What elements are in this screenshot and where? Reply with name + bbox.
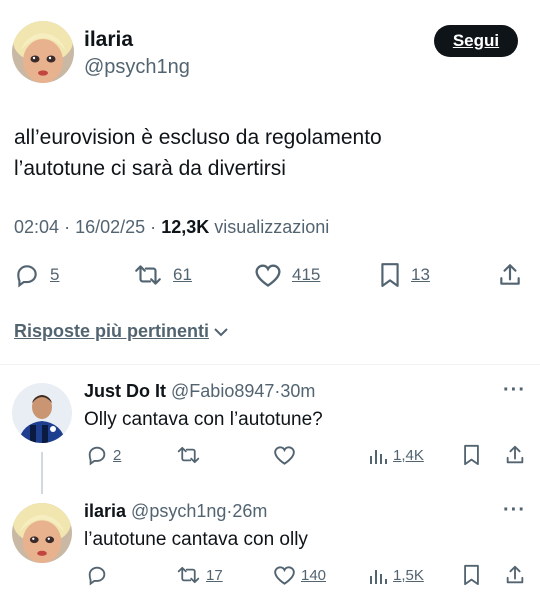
heart-icon — [274, 566, 295, 585]
share-icon — [506, 565, 524, 584]
tweet-text: all’eurovision è escluso da regolamento … — [14, 122, 514, 184]
views-label: visualizzazioni — [214, 217, 330, 237]
chevron-down-icon — [214, 327, 228, 336]
retweet-icon — [177, 566, 200, 584]
sort-dropdown[interactable]: Risposte più pertinenti — [14, 321, 230, 342]
reply-author-handle[interactable]: @psych1ng — [131, 501, 226, 521]
author-name[interactable]: ilaria — [84, 28, 133, 52]
sort-label: Risposte più pertinenti — [14, 321, 210, 341]
retweet-button[interactable] — [176, 444, 201, 466]
reply-text: Olly cantava con l’autotune? — [84, 409, 323, 430]
thread-connector-line — [41, 452, 43, 494]
reply-avatar[interactable] — [12, 383, 72, 443]
reply-author-name[interactable]: Just Do It — [84, 381, 166, 401]
reply-icon — [88, 446, 106, 466]
bookmark-icon — [464, 564, 479, 586]
author-handle[interactable]: @psych1ng — [84, 56, 190, 79]
share-icon — [500, 264, 520, 285]
reply-count: 2 — [113, 446, 122, 464]
retweet-count: 17 — [206, 566, 223, 584]
bookmark-count: 13 — [411, 265, 430, 284]
retweet-button[interactable]: 17 — [176, 564, 223, 586]
reply-button[interactable]: 5 — [14, 262, 59, 288]
reply-avatar[interactable] — [12, 503, 72, 563]
bookmark-button[interactable]: 13 — [379, 262, 430, 288]
reply-header: ilaria @psych1ng·26m — [84, 501, 267, 522]
reply-count: 5 — [50, 265, 60, 284]
more-options-icon[interactable]: ··· — [503, 379, 526, 402]
more-options-icon[interactable]: ··· — [503, 499, 526, 522]
like-count: 140 — [301, 566, 327, 584]
author-avatar[interactable] — [12, 21, 74, 83]
bookmark-icon — [381, 263, 399, 287]
divider — [0, 364, 540, 365]
reply-icon — [88, 566, 106, 586]
share-button[interactable] — [497, 262, 523, 288]
tweet-meta: 02:04 · 16/02/25 · 12,3K visualizzazioni — [14, 217, 329, 238]
views-count: 1,5K — [393, 566, 424, 584]
like-button[interactable] — [273, 444, 296, 466]
share-button[interactable] — [504, 444, 526, 466]
follow-button[interactable]: Segui — [434, 25, 518, 57]
tweet-date[interactable]: 16/02/25 — [75, 217, 145, 237]
views-button[interactable]: 1,5K — [368, 564, 424, 586]
bookmark-icon — [464, 444, 479, 466]
separator: · — [64, 217, 71, 237]
reply-button[interactable]: 2 — [86, 444, 121, 466]
views-chart-icon — [370, 450, 387, 464]
views-button[interactable]: 1,4K — [368, 444, 424, 466]
like-count: 415 — [292, 265, 321, 284]
heart-icon — [255, 264, 281, 287]
tweet-text-line: l’autotune ci sarà da divertirsi — [14, 157, 286, 180]
share-icon — [506, 445, 524, 464]
retweet-icon — [135, 265, 161, 285]
reply-header: Just Do It @Fabio8947·30m — [84, 381, 315, 402]
views-count: 1,4K — [393, 446, 424, 464]
reply-button[interactable] — [86, 564, 108, 586]
heart-icon — [274, 446, 295, 465]
reply-time[interactable]: 26m — [232, 501, 267, 521]
like-button[interactable]: 140 — [273, 564, 326, 586]
reply-icon — [17, 265, 37, 288]
reply-time[interactable]: 30m — [280, 381, 315, 401]
tweet-time[interactable]: 02:04 — [14, 217, 59, 237]
separator: · — [150, 217, 157, 237]
reply-text: l’autotune cantava con olly — [84, 529, 308, 550]
tweet-text-line: all’eurovision è escluso da regolamento — [14, 126, 382, 149]
retweet-icon — [177, 446, 200, 464]
reply-author-name[interactable]: ilaria — [84, 501, 126, 521]
reply-author-handle[interactable]: @Fabio8947 — [171, 381, 274, 401]
retweet-button[interactable]: 61 — [133, 262, 192, 288]
views-chart-icon — [370, 570, 387, 584]
bookmark-button[interactable] — [462, 564, 481, 586]
bookmark-button[interactable] — [462, 444, 481, 466]
like-button[interactable]: 415 — [254, 262, 320, 288]
retweet-count: 61 — [173, 265, 192, 284]
share-button[interactable] — [504, 564, 526, 586]
views-count: 12,3K — [161, 217, 210, 237]
